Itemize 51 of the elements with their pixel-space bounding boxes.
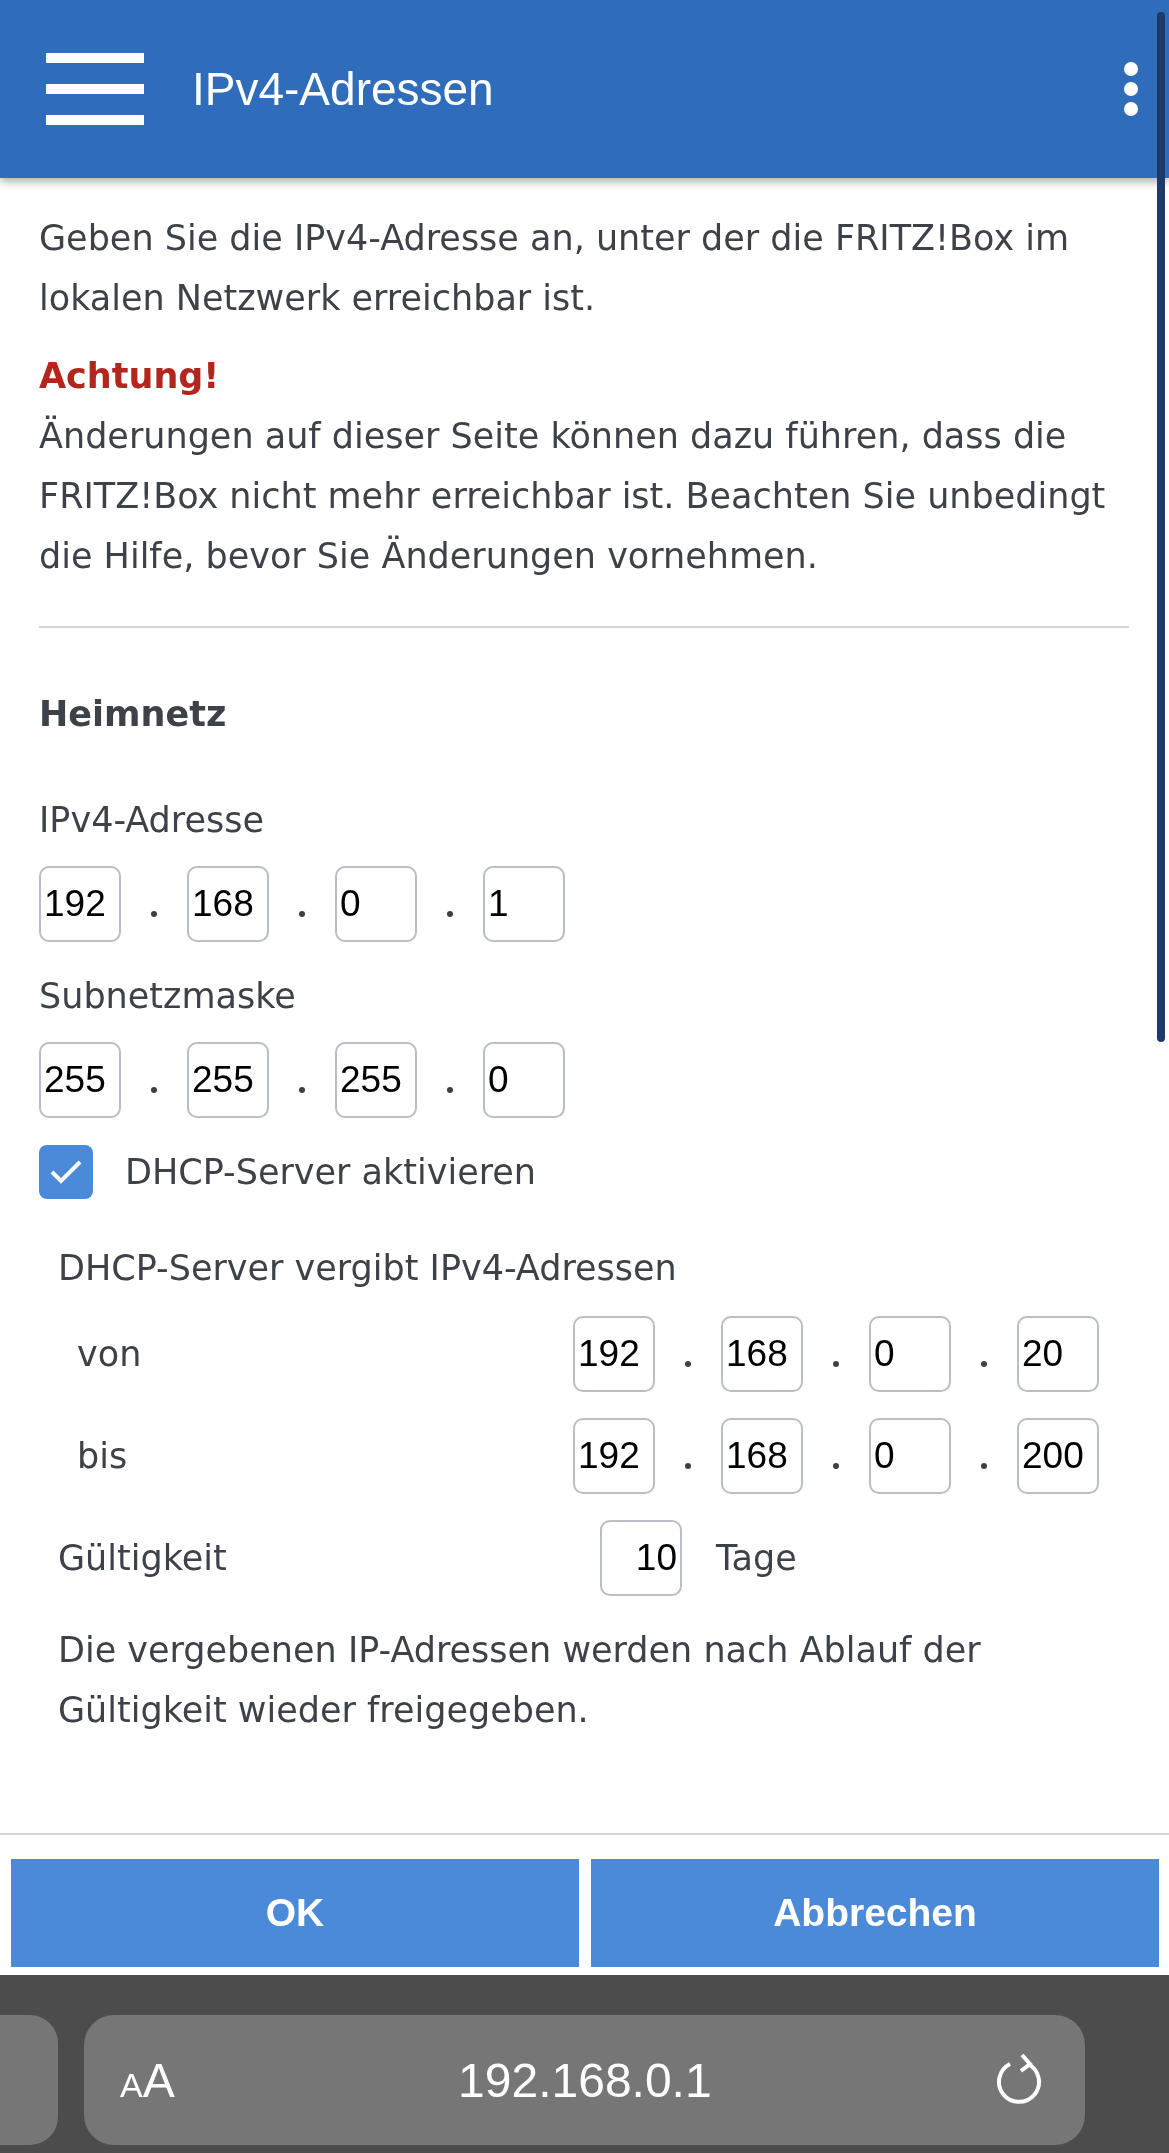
subnet-octet-field[interactable]: 255	[187, 1042, 269, 1118]
lease-days-field[interactable]: 10	[600, 1520, 682, 1596]
subsection-title: DHCP-Server vergibt IPv4-Adressen	[58, 1247, 678, 1290]
unit-label: Tage	[716, 1537, 797, 1580]
ip-octet-field[interactable]: 0	[869, 1418, 951, 1494]
ip-octet-field[interactable]: 168	[721, 1316, 803, 1392]
url-text: 192.168.0.1	[457, 2052, 713, 2108]
field-label: IPv4-Adresse	[39, 799, 265, 842]
separator-dot	[447, 911, 453, 917]
menu-icon[interactable]	[46, 53, 144, 125]
ip-octet-field[interactable]: 0	[869, 1316, 951, 1392]
warning-title: Achtung!	[39, 355, 221, 398]
intro-text: Geben Sie die IPv4-Adresse an, unter der die FRITZ!Box im lokalen Netzwerk erreichbar ist.	[39, 217, 1071, 320]
warning-text: Änderungen auf dieser Seite können dazu führen, dass die FRITZ!Box nicht mehr erreichbar ist. Beachten Sie unbedingt die Hilfe, bevor Sie Änderungen vornehmen.	[39, 414, 1107, 578]
page-title: IPv4-Adressen	[192, 62, 495, 116]
info-text: Die vergebenen IP-Adressen werden nach Ablauf der Gültigkeit wieder freigegeben.	[58, 1629, 982, 1732]
separator-dot	[685, 1361, 691, 1367]
ip-octet-field[interactable]: 1	[483, 866, 565, 942]
separator-dot	[981, 1463, 987, 1469]
separator-dot	[833, 1361, 839, 1367]
field-label: Subnetzmaske	[39, 975, 297, 1018]
range-label: von	[77, 1333, 142, 1376]
ip-octet-field[interactable]: 192	[573, 1316, 655, 1392]
ip-octet-field[interactable]: 192	[39, 866, 121, 942]
subnet-octet-field[interactable]: 255	[335, 1042, 417, 1118]
action-button[interactable]: Abbrechen	[591, 1859, 1159, 1967]
ip-octet-field[interactable]: 168	[721, 1418, 803, 1494]
text-size-button[interactable]: AA	[120, 2052, 175, 2108]
separator-dot	[447, 1087, 453, 1093]
ip-octet-field[interactable]: 168	[187, 866, 269, 942]
separator-dot	[981, 1361, 987, 1367]
separator-dot	[151, 911, 157, 917]
checkbox-label: DHCP-Server aktivieren	[125, 1151, 537, 1194]
checkbox[interactable]	[39, 1145, 93, 1199]
ip-octet-field[interactable]: 192	[573, 1418, 655, 1494]
field-label: Gültigkeit	[58, 1537, 228, 1580]
section-title: Heimnetz	[39, 693, 228, 736]
range-label: bis	[77, 1435, 128, 1478]
separator-dot	[299, 1087, 305, 1093]
ip-octet-field[interactable]: 200	[1017, 1418, 1099, 1494]
separator-dot	[151, 1087, 157, 1093]
subnet-octet-field[interactable]: 0	[483, 1042, 565, 1118]
ip-octet-field[interactable]: 20	[1017, 1316, 1099, 1392]
action-button[interactable]: OK	[11, 1859, 579, 1967]
separator-dot	[833, 1463, 839, 1469]
ip-octet-field[interactable]: 0	[335, 866, 417, 942]
separator-dot	[299, 911, 305, 917]
address-bar[interactable]: AA 192.168.0.1	[84, 2015, 1085, 2145]
more-options-icon[interactable]	[1123, 61, 1139, 117]
separator-dot	[685, 1463, 691, 1469]
subnet-octet-field[interactable]: 255	[39, 1042, 121, 1118]
